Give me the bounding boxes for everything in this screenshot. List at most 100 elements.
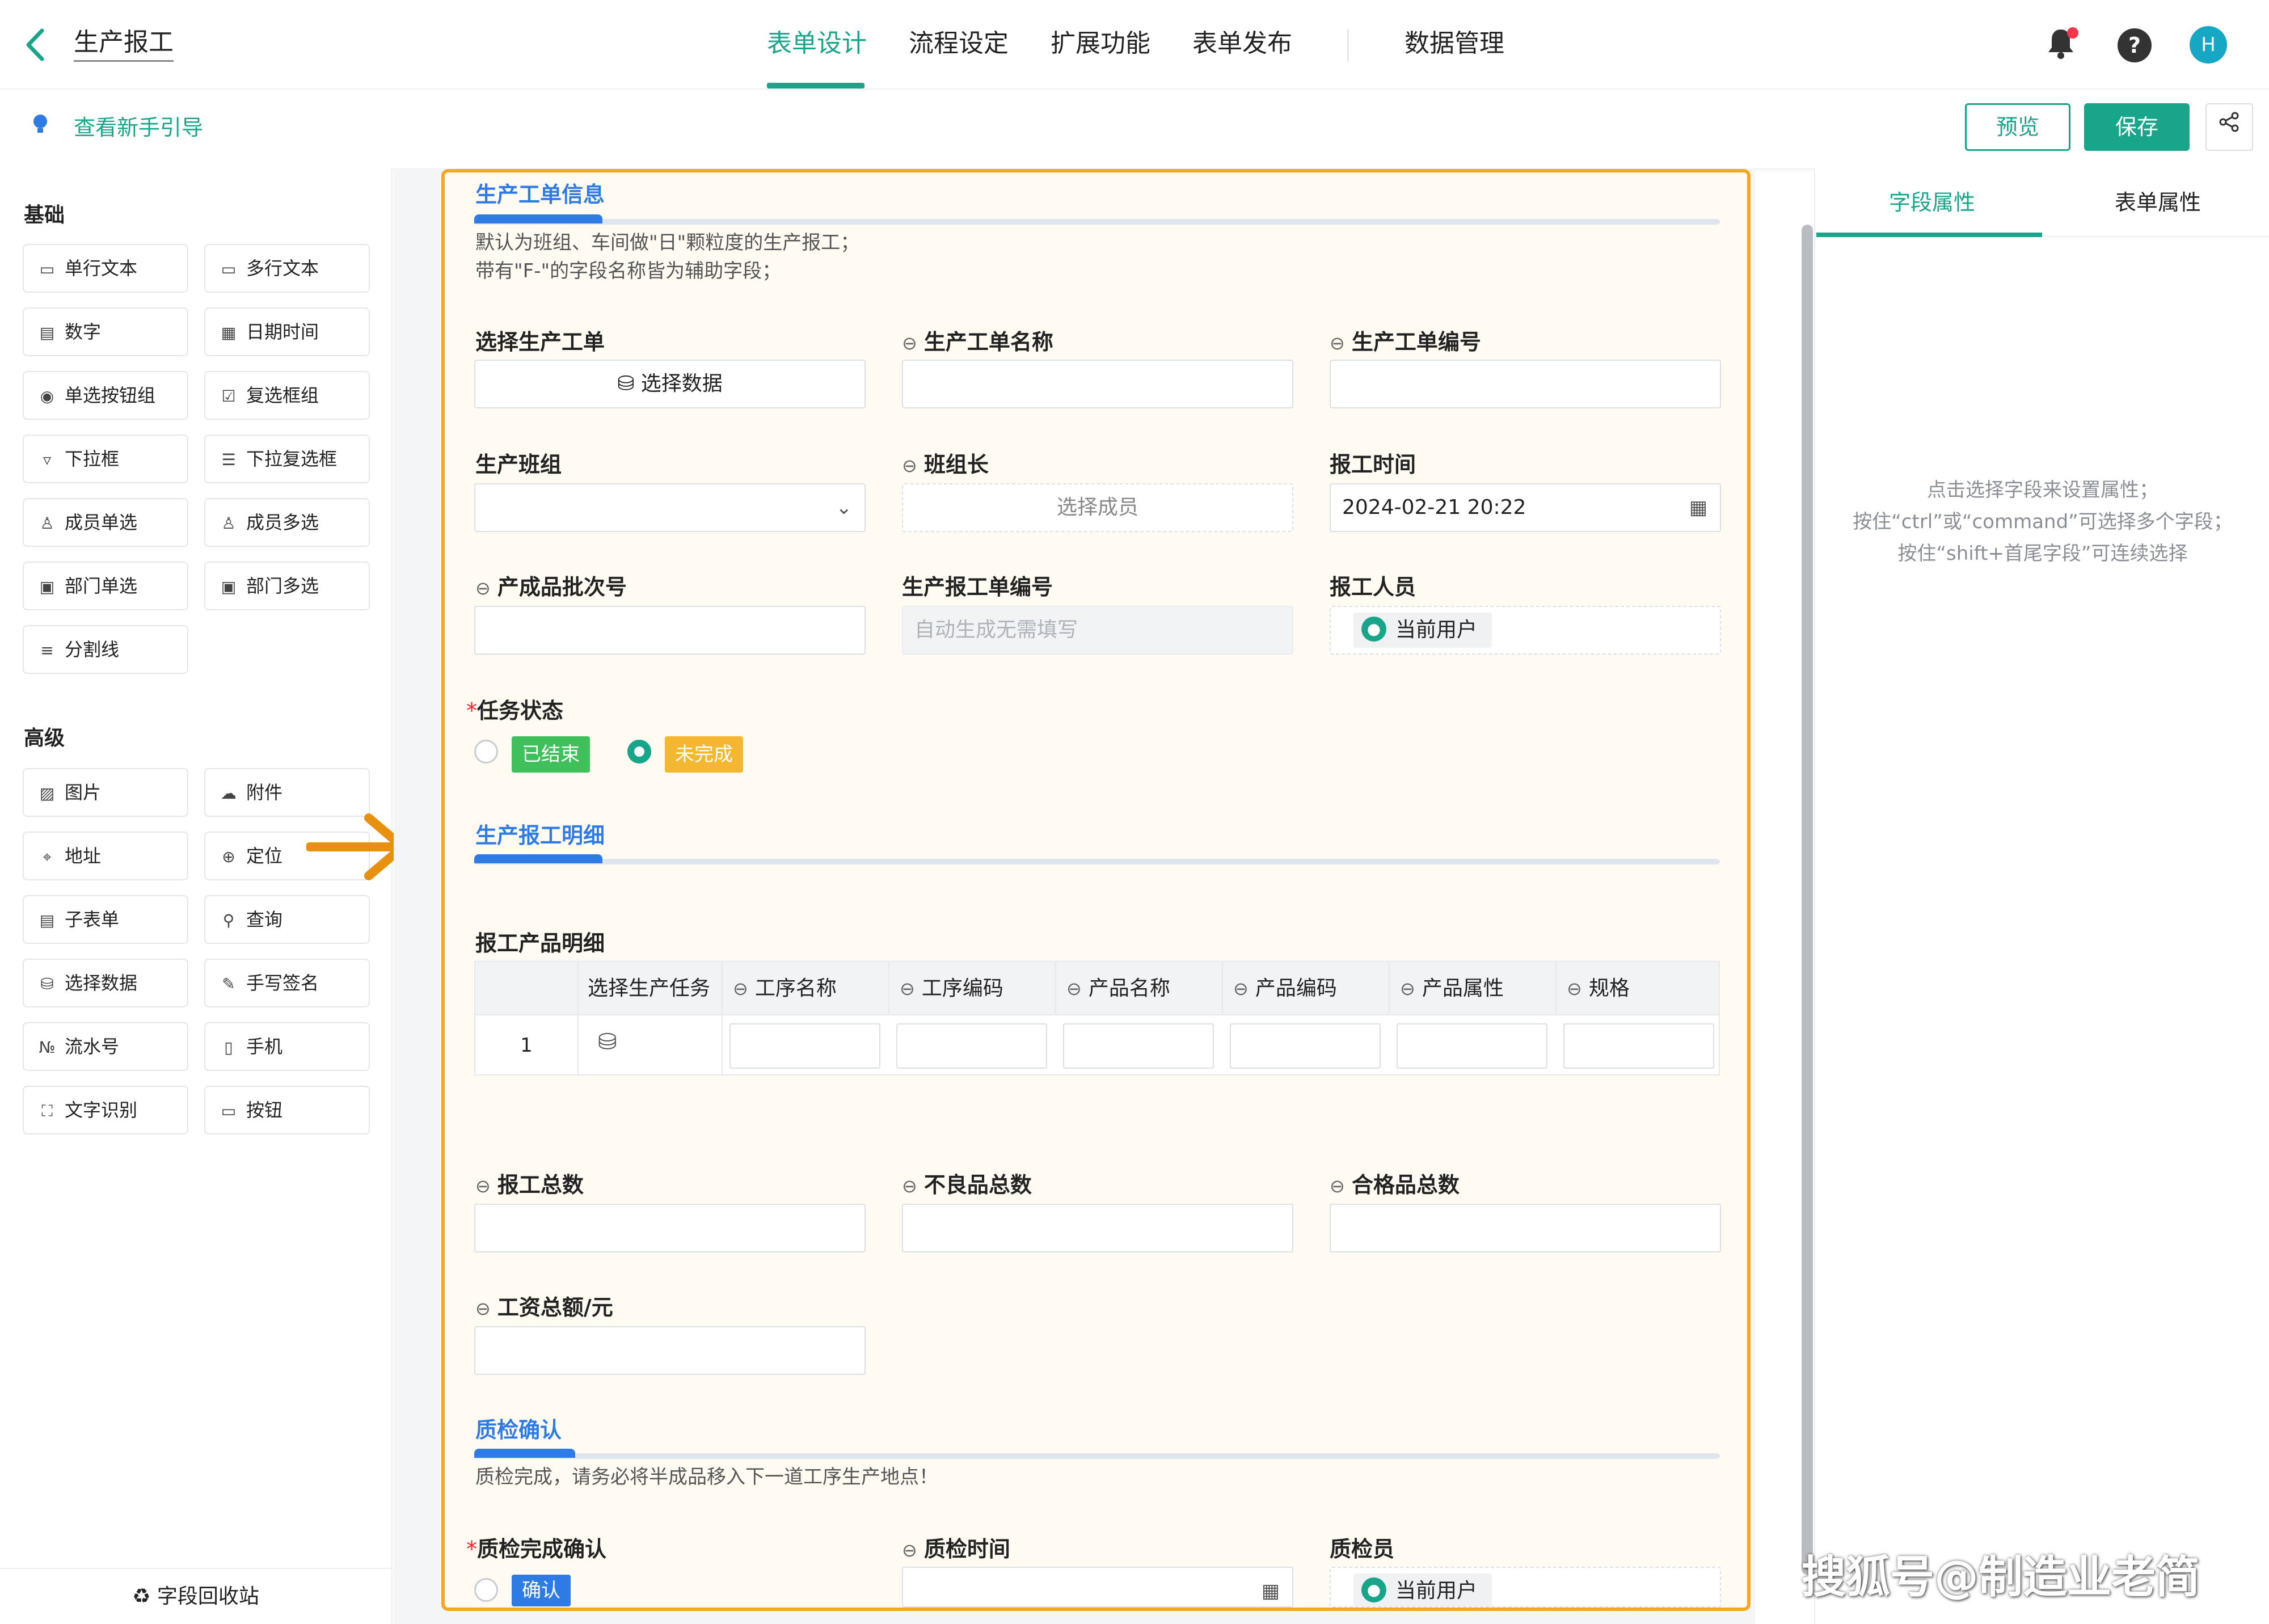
work-order-name-input[interactable] xyxy=(902,360,1293,408)
section-divider-accent xyxy=(474,854,602,863)
tab-form-properties[interactable]: 表单属性 xyxy=(2115,188,2201,217)
tab-data-management[interactable]: 数据管理 xyxy=(1405,25,1504,62)
palette-phone[interactable]: ▯ 手机 xyxy=(204,1022,370,1071)
field-label-work-order-name: ⊖ 生产工单名称 xyxy=(902,330,1053,355)
report-product-subtable: 选择生产任务 ⊖ 工序名称 ⊖ 工序编码 ⊖ 产品名称 ⊖ 产品编码 ⊖ 产品属性 ⊖ 规格… xyxy=(474,961,1720,1075)
palette-radio-group[interactable]: ◉ 单选按钮组 xyxy=(23,371,188,420)
avatar[interactable]: H xyxy=(2190,26,2227,64)
wage-total-input[interactable] xyxy=(474,1326,866,1375)
calendar-icon: ▦ xyxy=(221,323,237,342)
link-icon: ⊖ xyxy=(733,978,748,999)
palette-department-multi[interactable]: ▣ 部门多选 xyxy=(204,562,370,610)
palette-signature[interactable]: ✎ 手写签名 xyxy=(204,959,370,1007)
spec-cell[interactable] xyxy=(1563,1023,1714,1069)
column-header: ⊖ 产品名称 xyxy=(1055,962,1222,1015)
share-icon[interactable] xyxy=(2205,103,2253,151)
palette-query[interactable]: ⚲ 查询 xyxy=(204,895,370,944)
team-leader-picker[interactable]: 选择成员 xyxy=(902,483,1293,532)
target-icon: ⊕ xyxy=(222,847,235,866)
map-pin-icon: ⌖ xyxy=(43,847,52,866)
palette-datetime[interactable]: ▦ 日期时间 xyxy=(204,307,370,356)
palette-member-single[interactable]: ♙ 成员单选 xyxy=(23,498,188,547)
serial-icon: № xyxy=(39,1038,56,1057)
column-divider xyxy=(722,1015,723,1074)
section-description: 质检完成，请务必将半成品移入下一道工序生产地点！ xyxy=(475,1466,938,1488)
column-header: 选择生产任务 xyxy=(577,962,722,1015)
palette-ocr[interactable]: ⛶ 文字识别 xyxy=(23,1086,188,1134)
field-label-production-team: 生产班组 xyxy=(475,452,562,477)
chevron-left-icon[interactable] xyxy=(24,26,58,64)
field-label-pass-total: ⊖ 合格品总数 xyxy=(1330,1172,1460,1197)
status-radio-done[interactable] xyxy=(474,740,498,764)
field-label-select-work-order: 选择生产工单 xyxy=(475,330,605,355)
palette-serial-number[interactable]: № 流水号 xyxy=(23,1022,188,1071)
palette-member-multi[interactable]: ♙ 成员多选 xyxy=(204,498,370,547)
link-icon: ⊖ xyxy=(475,1298,491,1319)
qc-time-input[interactable]: ▦ xyxy=(902,1567,1293,1608)
product-name-cell[interactable] xyxy=(1063,1023,1214,1069)
field-palette: 基础 ▭ 单行文本 ▭ 多行文本 ▤ 数字 ▦ 日期时间 ◉ 单选按钮组 ☑ 复选框组 ▿ 下… xyxy=(0,168,393,1624)
basic-group-title: 基础 xyxy=(24,204,65,227)
tab-form-publish[interactable]: 表单发布 xyxy=(1192,25,1292,62)
tab-form-design[interactable]: 表单设计 xyxy=(767,25,867,62)
qc-confirm-radio[interactable] xyxy=(474,1578,498,1602)
pass-total-input[interactable] xyxy=(1330,1204,1721,1252)
help-icon[interactable]: ? xyxy=(2118,28,2152,62)
palette-dropdown-multi[interactable]: ☰ 下拉复选框 xyxy=(204,435,370,483)
link-icon: ⊖ xyxy=(1567,978,1582,999)
palette-button[interactable]: ▭ 按钮 xyxy=(204,1086,370,1134)
palette-select-data[interactable]: ⛁ 选择数据 xyxy=(23,959,188,1007)
departments-icon: ▣ xyxy=(221,577,237,596)
report-time-input[interactable]: 2024-02-21 20:22 ▦ xyxy=(1330,483,1721,532)
tab-extensions[interactable]: 扩展功能 xyxy=(1051,25,1150,62)
product-attribute-cell[interactable] xyxy=(1397,1023,1547,1069)
palette-multi-line-text[interactable]: ▭ 多行文本 xyxy=(204,244,370,293)
section-divider-accent xyxy=(474,1449,575,1458)
database-icon: ⛁ xyxy=(617,372,641,395)
department-icon: ▣ xyxy=(39,577,55,596)
defect-total-input[interactable] xyxy=(902,1204,1293,1252)
palette-single-line-text[interactable]: ▭ 单行文本 xyxy=(23,244,188,293)
reporter-field[interactable]: ● 当前用户 xyxy=(1330,606,1721,655)
inspector-field[interactable]: ● 当前用户 xyxy=(1330,1567,1721,1608)
product-code-cell[interactable] xyxy=(1230,1023,1381,1069)
watermark: 搜狐号@制造业老简 xyxy=(1802,1552,2200,1603)
link-icon: ⊖ xyxy=(1330,1175,1345,1197)
palette-image[interactable]: ▨ 图片 xyxy=(23,768,188,817)
field-label-batch-number: ⊖ 产成品批次号 xyxy=(475,575,627,600)
lightbulb-icon xyxy=(32,113,51,136)
canvas-scrollbar[interactable] xyxy=(1802,225,1813,1575)
palette-dropdown[interactable]: ▿ 下拉框 xyxy=(23,435,188,483)
save-button[interactable]: 保存 xyxy=(2084,103,2190,151)
process-name-cell[interactable] xyxy=(729,1023,880,1069)
palette-number[interactable]: ▤ 数字 xyxy=(23,307,188,356)
field-label-reporter: 报工人员 xyxy=(1330,575,1416,600)
section-title-work-order[interactable]: 生产工单信息 xyxy=(475,177,605,208)
status-radio-undone[interactable] xyxy=(627,740,651,764)
palette-checkbox-group[interactable]: ☑ 复选框组 xyxy=(204,371,370,420)
work-order-no-input[interactable] xyxy=(1330,360,1721,408)
beginner-guide-link[interactable]: 查看新手引导 xyxy=(74,113,203,142)
database-icon: ⛁ xyxy=(40,975,54,993)
palette-divider[interactable]: ≡ 分割线 xyxy=(23,625,188,674)
palette-department-single[interactable]: ▣ 部门单选 xyxy=(23,562,188,610)
tab-process-settings[interactable]: 流程设定 xyxy=(909,25,1009,62)
active-tab-indicator xyxy=(767,83,864,88)
report-total-input[interactable] xyxy=(474,1204,866,1252)
textarea-icon: ▭ xyxy=(221,260,237,279)
batch-number-input[interactable] xyxy=(474,606,866,655)
palette-address[interactable]: ⌖ 地址 xyxy=(23,832,188,880)
process-code-cell[interactable] xyxy=(896,1023,1047,1069)
calendar-icon: ▦ xyxy=(1261,1580,1280,1602)
status-tag-done: 已结束 xyxy=(512,736,590,773)
section-title-report-details[interactable]: 生产报工明细 xyxy=(475,818,605,849)
tab-field-properties[interactable]: 字段属性 xyxy=(1889,188,1975,217)
section-title-quality-check[interactable]: 质检确认 xyxy=(475,1412,562,1444)
field-recycle-bin[interactable]: ♻ 字段回收站 xyxy=(0,1568,391,1624)
select-data-button[interactable]: ⛁ 选择数据 xyxy=(474,360,866,408)
database-icon[interactable]: ⛁ xyxy=(598,1029,617,1055)
preview-button[interactable]: 预览 xyxy=(1965,103,2070,151)
palette-subform[interactable]: ▤ 子表单 xyxy=(23,895,188,944)
production-team-select[interactable]: ⌄ xyxy=(474,483,866,532)
upload-cloud-icon: ☁ xyxy=(221,784,237,803)
